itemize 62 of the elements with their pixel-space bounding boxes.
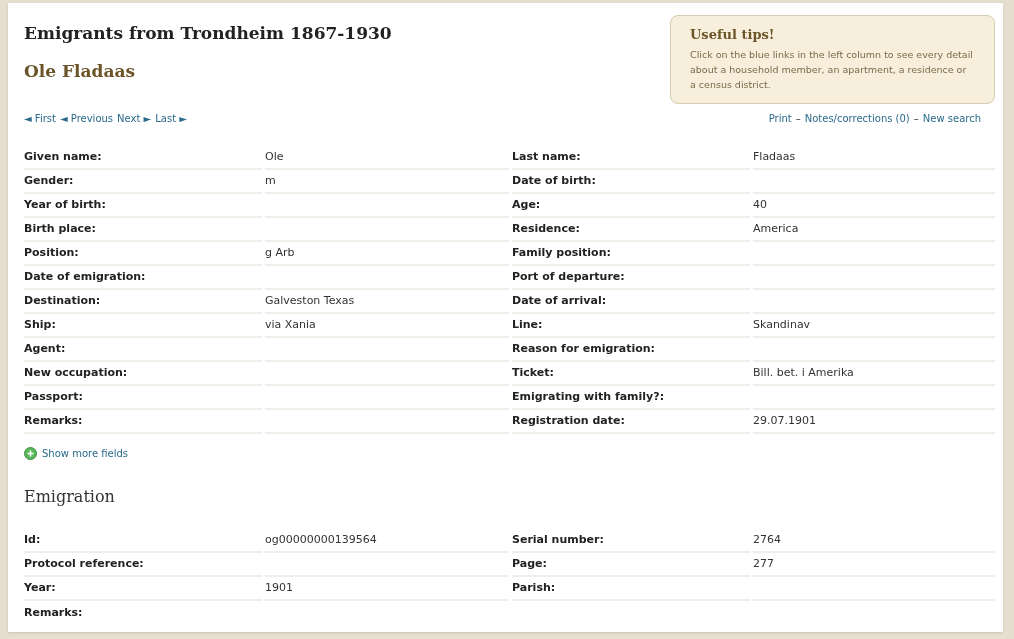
- field-label: Age:: [512, 196, 541, 213]
- field-label: Family position:: [512, 244, 611, 261]
- field-value: m: [265, 172, 276, 189]
- show-more-link[interactable]: Show more fields: [24, 446, 129, 461]
- field-label: Given name:: [24, 148, 102, 165]
- tips-title: Useful tips!: [690, 26, 776, 44]
- field-value: America: [753, 220, 799, 237]
- field-value: 1901: [265, 579, 293, 596]
- field-value: Skandinav: [753, 316, 811, 333]
- pager-link[interactable]: ◄ First: [24, 111, 56, 126]
- field-label: Year:: [24, 579, 56, 596]
- field-label: Line:: [512, 316, 543, 333]
- field-label: Serial number:: [512, 531, 604, 548]
- field-label: Destination:: [24, 292, 101, 309]
- field-label: Remarks:: [24, 604, 83, 621]
- field-value: Galveston Texas: [265, 292, 355, 309]
- field-label: Last name:: [512, 148, 581, 165]
- field-value: 40: [753, 196, 767, 213]
- field-label: Emigrating with family?:: [512, 388, 665, 405]
- field-value: 29.07.1901: [753, 412, 816, 429]
- field-value: Bill. bet. i Amerika: [753, 364, 854, 381]
- separator: –: [913, 112, 919, 126]
- field-label: Date of emigration:: [24, 268, 146, 285]
- field-label: Passport:: [24, 388, 83, 405]
- field-value: Ole: [265, 148, 284, 165]
- field-label: Reason for emigration:: [512, 340, 655, 357]
- tips-text: Click on the blue links in the left column to see every detail about a household member, an apartment, a residence or a census district.: [690, 47, 974, 92]
- field-label: Parish:: [512, 579, 556, 596]
- field-value: og00000000139564: [265, 531, 377, 548]
- field-value: via Xania: [265, 316, 316, 333]
- field-label: Remarks:: [24, 412, 83, 429]
- field-value: g Arb: [265, 244, 295, 261]
- action-link[interactable]: Notes/corrections (0): [804, 111, 910, 126]
- field-value: 2764: [753, 531, 781, 548]
- field-label: New occupation:: [24, 364, 128, 381]
- section-heading: Emigration: [24, 486, 115, 508]
- field-label: Agent:: [24, 340, 66, 357]
- field-label: Id:: [24, 531, 41, 548]
- person-name: Ole Fladaas: [24, 59, 137, 83]
- separator: –: [795, 112, 801, 126]
- field-label: Position:: [24, 244, 79, 261]
- field-label: Birth place:: [24, 220, 96, 237]
- field-label: Residence:: [512, 220, 580, 237]
- field-value: Fladaas: [753, 148, 796, 165]
- pager-link[interactable]: Last ►: [155, 111, 187, 126]
- field-value: 277: [753, 555, 774, 572]
- plus-circle-icon: [24, 447, 37, 460]
- field-label: Protocol reference:: [24, 555, 144, 572]
- field-label: Year of birth:: [24, 196, 106, 213]
- field-label: Date of birth:: [512, 172, 596, 189]
- field-label: Gender:: [24, 172, 74, 189]
- field-label: Ship:: [24, 316, 56, 333]
- field-label: Date of arrival:: [512, 292, 607, 309]
- pager-link[interactable]: ◄ Previous: [59, 111, 114, 126]
- action-link[interactable]: New search: [922, 111, 981, 126]
- field-label: Port of departure:: [512, 268, 625, 285]
- field-label: Page:: [512, 555, 547, 572]
- page-title: Emigrants from Trondheim 1867-1930: [24, 22, 392, 45]
- action-link[interactable]: Print: [768, 111, 792, 126]
- field-label: Registration date:: [512, 412, 625, 429]
- field-label: Ticket:: [512, 364, 554, 381]
- pager-link[interactable]: Next ►: [117, 111, 152, 126]
